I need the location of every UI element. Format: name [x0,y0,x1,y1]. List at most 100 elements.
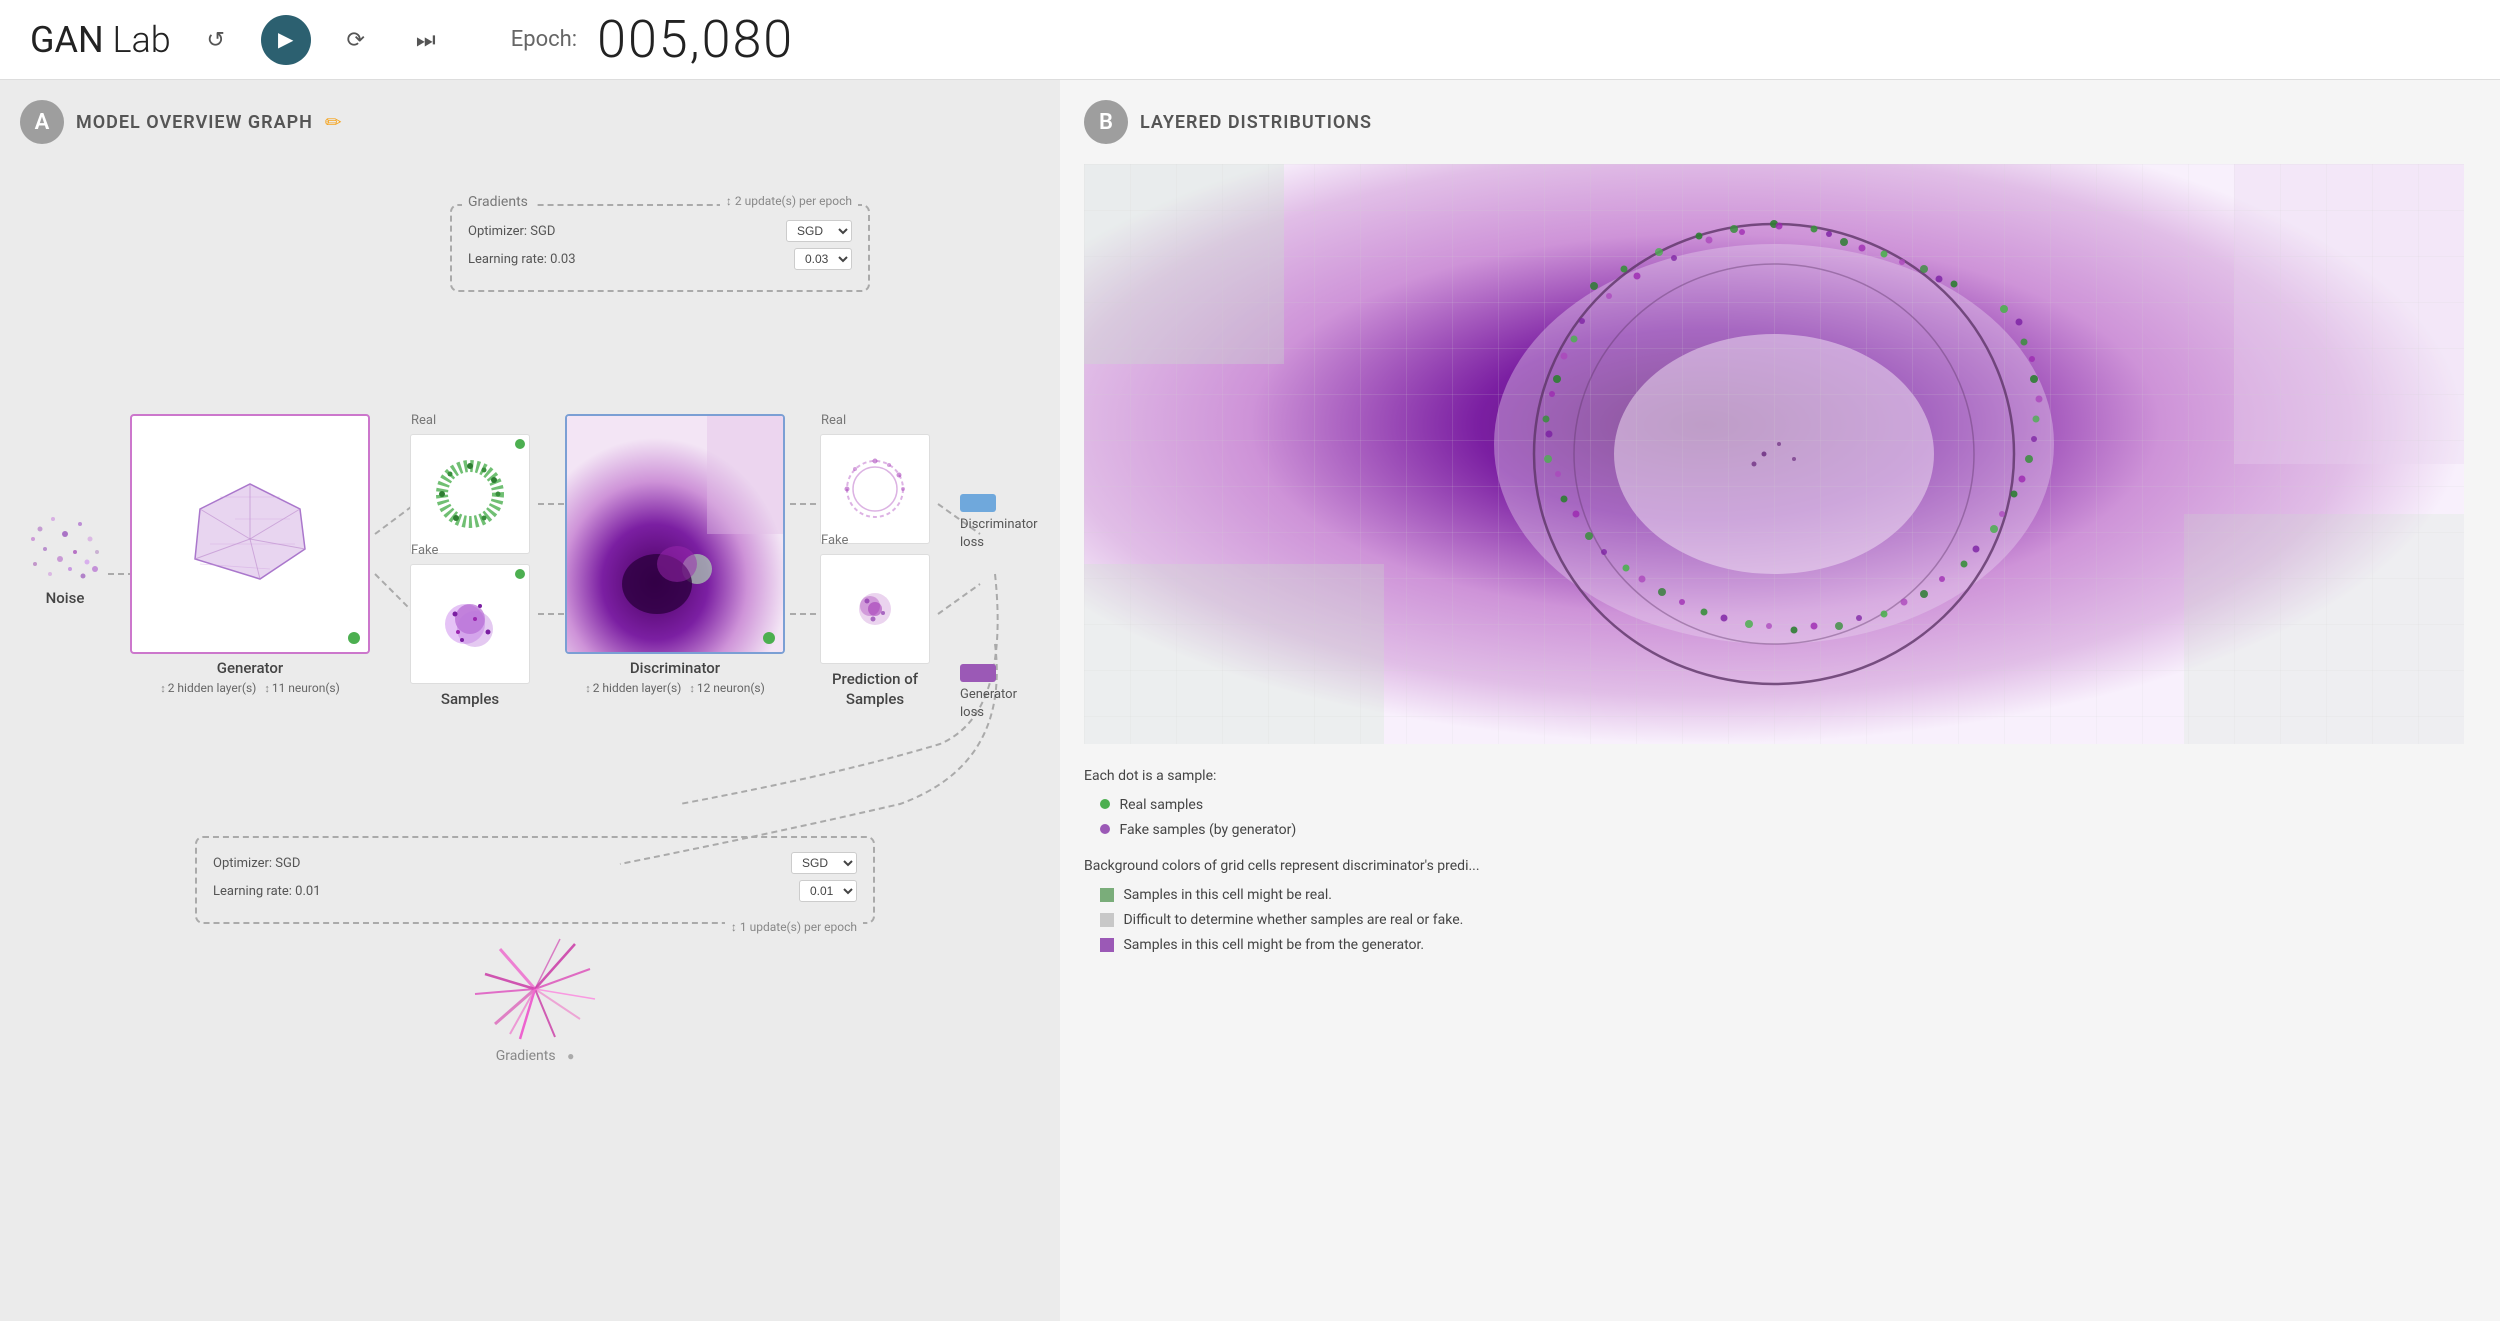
panel-a: A MODEL OVERVIEW GRAPH ✏ [0,80,1060,1321]
reset-button[interactable]: ↺ [191,15,241,65]
pred-fake-box: Fake [820,554,930,664]
gradients-bottom-title: Gradients ● [496,1048,575,1064]
pred-real-visual [830,444,920,534]
disc-layers-stepper[interactable]: ↕ 2 hidden layer(s) [585,681,681,695]
disc-neurons-value: 12 neuron(s) [697,681,765,695]
distribution-canvas [1084,164,2464,744]
real-sample-visual [425,449,515,539]
gradients-top-container: Gradients ↕ 2 update(s) per epoch Optimi… [450,204,870,292]
gradients-bottom-container: ↕ 1 update(s) per epoch Optimizer: SGD S… [195,836,875,1064]
legend-intro: Each dot is a sample: [1084,764,2476,789]
generator-layers-value: 2 hidden layer(s) [168,681,257,695]
optimizer-bottom-select[interactable]: SGDAdam [791,852,857,874]
step-button[interactable]: ⟳ [331,15,381,65]
real-dot-legend [1100,799,1110,809]
disc-neurons-stepper[interactable]: ↕ 12 neuron(s) [689,681,764,695]
play-icon: ▶ [278,27,293,52]
step-icon: ⟳ [347,27,365,53]
fake-samples-label: Fake samples (by generator) [1119,822,1296,838]
panel-b-badge: B [1084,100,1128,144]
samples-node: Real [410,434,530,708]
fake-label: Fake [411,543,438,558]
gradients-viz-container: Gradients ● [195,934,875,1064]
gradients-viz [465,934,605,1044]
optimizer-bottom-row: Optimizer: SGD SGDAdam [213,852,857,874]
play-button[interactable]: ▶ [261,15,311,65]
reset-icon: ↺ [207,27,225,53]
gen-loss-bar [960,664,996,682]
lr-top-row: Learning rate: 0.03 0.030.010.1 [468,248,852,270]
prediction-label: Prediction of Samples [832,670,918,709]
green-sq-legend [1100,888,1114,902]
distribution-svg [1084,164,2464,744]
lr-bottom-row: Learning rate: 0.01 0.010.030.1 [213,880,857,902]
gray-legend-label: Difficult to determine whether samples a… [1123,912,1463,928]
fake-dot-legend [1100,824,1110,834]
panel-a-header: A MODEL OVERVIEW GRAPH ✏ [20,100,1040,144]
samples-label: Samples [441,690,499,708]
skip-button[interactable]: ⏭ [401,15,451,65]
main-content: A MODEL OVERVIEW GRAPH ✏ [0,80,2500,1321]
panel-b-header: B LAYERED DISTRIBUTIONS [1084,100,2476,144]
pred-real-box: Real [820,434,930,544]
fake-sample-box: Fake [410,564,530,684]
pred-fake-visual [830,564,920,654]
updates-bottom-label: ↕ 1 update(s) per epoch [725,920,863,934]
generator-label: Generator [217,659,283,677]
gradients-bottom-box: ↕ 1 update(s) per epoch Optimizer: SGD S… [195,836,875,924]
generator-status [348,632,360,644]
noise-label: Noise [46,589,85,607]
pred-real-label: Real [821,413,846,428]
panel-b: B LAYERED DISTRIBUTIONS [1060,80,2500,1321]
generator-layers-stepper[interactable]: ↕ 2 hidden layer(s) [160,681,256,695]
graph-area: Noise [20,164,1040,1264]
edit-icon[interactable]: ✏ [325,110,342,134]
connections-svg [20,164,1040,1264]
real-sample-box: Real [410,434,530,554]
discriminator-box [565,414,785,654]
epoch-label: Epoch: [511,27,577,52]
epoch-value: 005,080 [597,9,794,70]
panel-a-title: MODEL OVERVIEW GRAPH [76,112,313,133]
bg-legend-intro: Background colors of grid cells represen… [1084,854,2476,879]
gen-loss-label: Generatorloss [960,686,1017,722]
gradients-toggle[interactable]: ● [567,1049,574,1063]
distribution-legend: Each dot is a sample: Real samples Fake … [1084,764,2476,958]
skip-icon: ⏭ [416,27,436,53]
real-samples-label: Real samples [1119,797,1203,813]
discriminator-status [763,632,775,644]
generator-neurons-stepper[interactable]: ↕ 11 neuron(s) [264,681,339,695]
lr-bottom-select[interactable]: 0.010.030.1 [799,880,857,902]
disc-layers-value: 2 hidden layer(s) [593,681,682,695]
generator-loss: Generatorloss [960,664,1017,722]
gradients-top-box: Gradients ↕ 2 update(s) per epoch Optimi… [450,204,870,292]
optimizer-top-row: Optimizer: SGD SGDAdam [468,220,852,242]
optimizer-top-label: Optimizer: SGD [468,224,555,239]
optimizer-top-select[interactable]: SGDAdam [786,220,852,242]
discriminator-label: Discriminator [630,659,720,677]
lr-top-label: Learning rate: 0.03 [468,252,576,267]
prediction-node: Real [820,434,930,709]
prediction-col: Real [820,434,930,664]
disc-loss-bar [960,494,996,512]
fake-sample-visual [425,579,515,669]
noise-node: Noise [25,504,105,607]
generator-visual [160,444,340,624]
discriminator-node: Discriminator ↕ 2 hidden layer(s) ↕ 12 n… [565,414,785,695]
discriminator-visual [567,414,783,654]
purple-sq-legend [1100,938,1114,952]
purple-legend-label: Samples in this cell might be from the g… [1123,937,1424,953]
generator-node: Generator ↕ 2 hidden layer(s) ↕ 11 neuro… [130,414,370,695]
real-label: Real [411,413,436,428]
fake-status [515,569,525,579]
disc-loss-label: Discriminatorloss [960,516,1038,552]
noise-visual [25,504,105,584]
panel-b-title: LAYERED DISTRIBUTIONS [1140,112,1372,133]
lr-bottom-label: Learning rate: 0.01 [213,884,321,899]
app-title: GAN Lab [30,19,171,61]
discriminator-loss: Discriminatorloss [960,494,1038,552]
pred-fake-label: Fake [821,533,848,548]
real-status [515,439,525,449]
panel-a-badge: A [20,100,64,144]
lr-top-select[interactable]: 0.030.010.1 [794,248,852,270]
